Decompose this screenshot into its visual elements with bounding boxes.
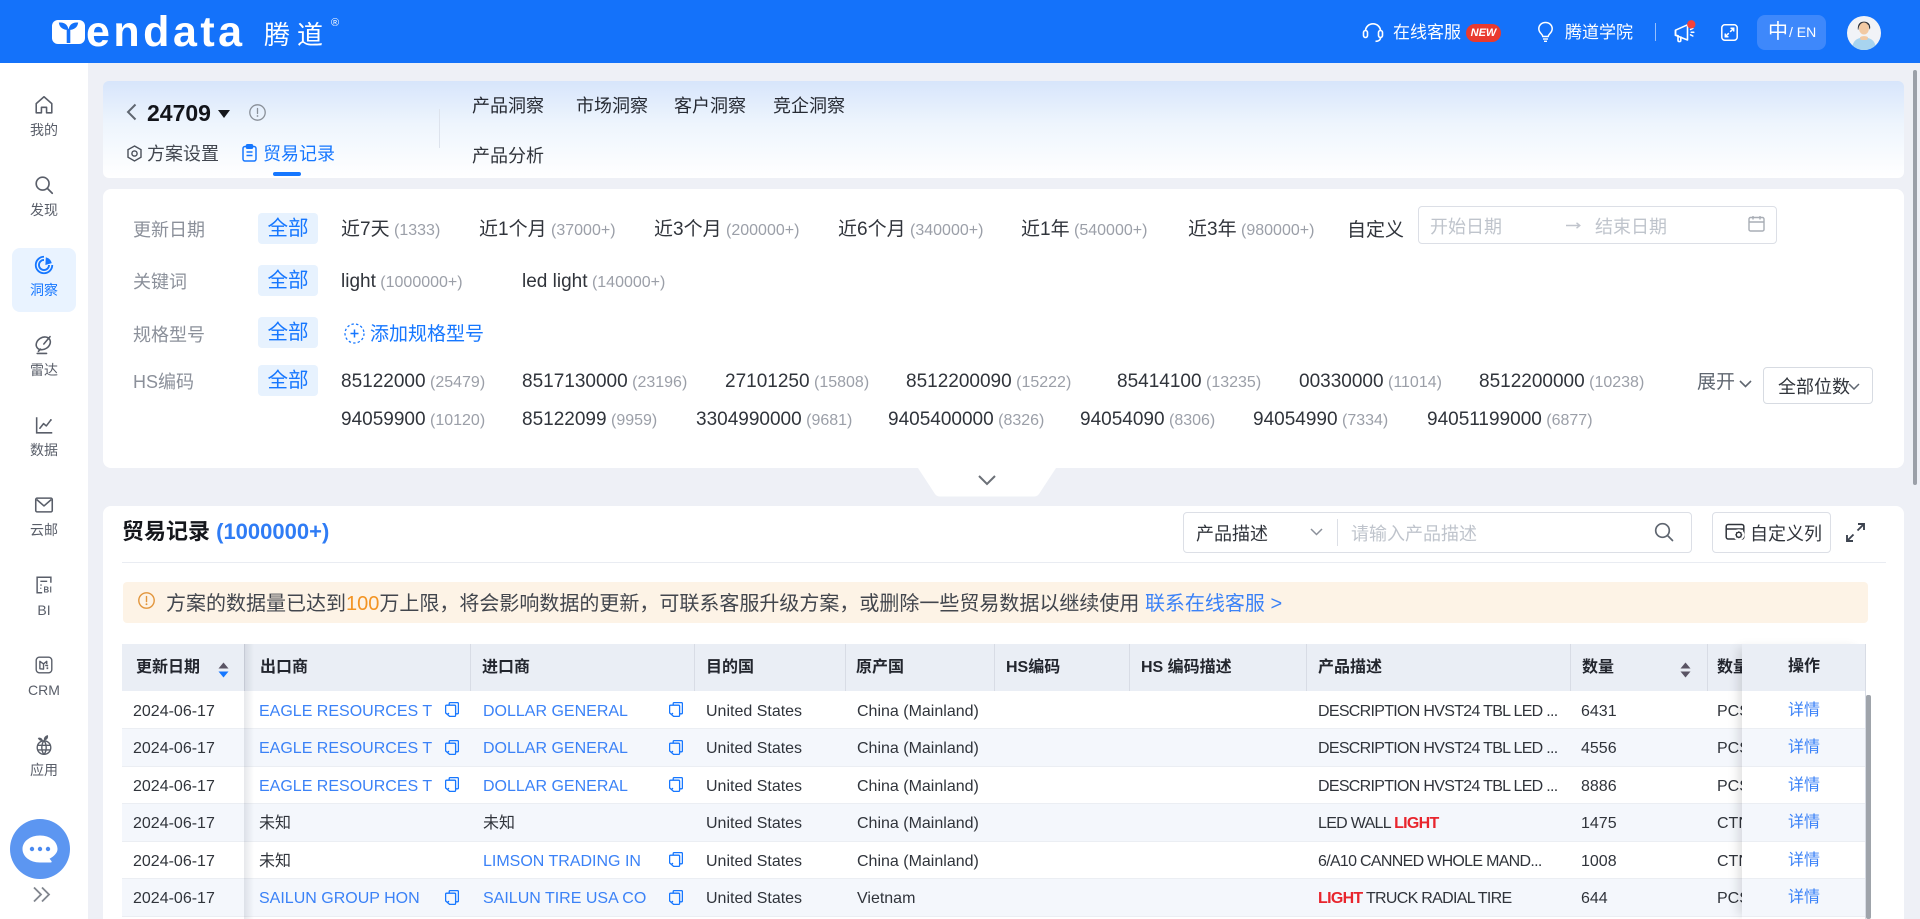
svg-text:BI: BI bbox=[44, 585, 53, 594]
